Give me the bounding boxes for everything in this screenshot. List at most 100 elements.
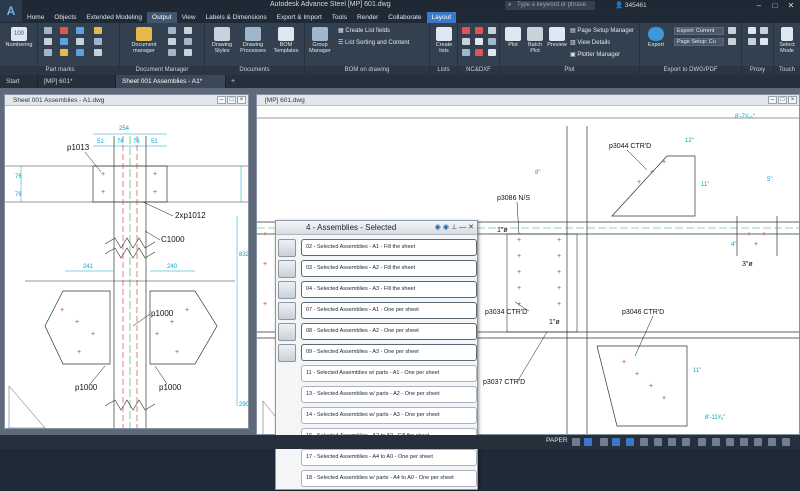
app-logo-icon[interactable]: A (0, 0, 22, 22)
doc-tool-icon[interactable] (168, 38, 176, 45)
proxy-icon[interactable] (748, 38, 756, 45)
nc-tool-icon[interactable] (462, 49, 470, 56)
view-details-button[interactable]: ▥ View Details (570, 39, 610, 46)
left-drawing-window[interactable]: Sheet 001 Assemblies - A1.dwg – □ × + + … (4, 94, 249, 429)
nc-tool-icon[interactable] (488, 27, 496, 34)
doc-tool-icon[interactable] (168, 27, 176, 34)
maximize-view-button[interactable]: □ (778, 96, 787, 104)
nc-tool-icon[interactable] (475, 38, 483, 45)
group-manager-button[interactable]: Group Manager (305, 27, 335, 54)
tab-collaborate[interactable]: Collaborate (383, 12, 426, 23)
mark-tool-icon[interactable] (94, 27, 102, 34)
quick-properties-icon[interactable] (740, 438, 748, 446)
category-icon[interactable] (278, 260, 296, 278)
create-lists-button[interactable]: Create lists (432, 27, 456, 54)
settings-icon[interactable]: ◉ (443, 223, 449, 233)
process-item[interactable]: 17 - Selected Assemblies - A4 to A0 - On… (301, 449, 477, 466)
lineweight-icon[interactable] (640, 438, 648, 446)
select-mode-button[interactable]: Select Mode (775, 27, 799, 54)
pin-icon[interactable]: ⊥ (451, 223, 457, 233)
close-view-button[interactable]: × (788, 96, 797, 104)
nc-tool-icon[interactable] (475, 49, 483, 56)
export-button[interactable]: Export (642, 27, 670, 48)
search-input[interactable]: Type a keyword or phrase (505, 1, 595, 10)
nc-tool-icon[interactable] (488, 38, 496, 45)
close-button[interactable]: ✕ (784, 0, 798, 12)
tab-tools[interactable]: Tools (327, 12, 352, 23)
doc-tool-icon[interactable] (184, 49, 192, 56)
units-icon[interactable] (726, 438, 734, 446)
tab-extended-modeling[interactable]: Extended Modeling (81, 12, 147, 23)
mark-tool-icon[interactable] (44, 27, 52, 34)
document-manager-button[interactable]: Document manager (124, 27, 164, 54)
category-icon[interactable] (278, 344, 296, 362)
export-current-dropdown[interactable]: Export: Current (674, 27, 724, 35)
export-option-icon[interactable] (728, 27, 736, 34)
help-icon[interactable]: ◉ (435, 223, 441, 233)
user-account[interactable]: 👤 345461 (615, 1, 647, 9)
numbering-button[interactable]: 100 Numbering (3, 27, 35, 48)
mark-tool-icon[interactable] (44, 38, 52, 45)
plotter-manager-button[interactable]: ▣ Plotter Manager (570, 51, 620, 58)
tab-layout[interactable]: Layout (426, 12, 457, 23)
isolate-objects-icon[interactable] (754, 438, 762, 446)
process-item[interactable]: 13 - Selected Assemblies w/ parts - A2 -… (301, 386, 477, 403)
process-item[interactable]: 08 - Selected Assemblies - A2 - One per … (301, 323, 477, 340)
proxy-icon[interactable] (760, 27, 768, 34)
doc-tool-icon[interactable] (168, 49, 176, 56)
batch-plot-button[interactable]: Batch Plot (524, 27, 546, 54)
category-icon[interactable] (278, 239, 296, 257)
mark-tool-icon[interactable] (94, 38, 102, 45)
maximize-view-button[interactable]: □ (227, 96, 236, 104)
doc-tool-icon[interactable] (184, 27, 192, 34)
workspace-gear-icon[interactable] (698, 438, 706, 446)
process-item[interactable]: 07 - Selected Assemblies - A1 - One per … (301, 302, 477, 319)
list-sorting-button[interactable]: ☰ List Sorting and Content (338, 39, 409, 46)
tab-view[interactable]: View (177, 12, 201, 23)
tab-home[interactable]: Home (22, 12, 49, 23)
ortho-icon[interactable] (600, 438, 608, 446)
polar-icon[interactable] (612, 438, 620, 446)
mark-tool-icon[interactable] (94, 49, 102, 56)
drawing-processes-button[interactable]: Drawing Processes (237, 27, 269, 54)
drawing-styles-button[interactable]: Drawing Styles (207, 27, 237, 54)
maximize-button[interactable]: □ (768, 0, 782, 12)
annotation-scale-icon[interactable] (682, 438, 690, 446)
minimize-view-button[interactable]: – (217, 96, 226, 104)
tab-objects[interactable]: Objects (49, 12, 81, 23)
selection-cycling-icon[interactable] (668, 438, 676, 446)
process-item[interactable]: 09 - Selected Assemblies - A3 - One per … (301, 344, 477, 361)
tab-export-import[interactable]: Export & Import (272, 12, 327, 23)
left-drawing-canvas[interactable]: ++ ++ +++ +++ + + 254 51 76 76 51 241 24… (5, 106, 249, 429)
nc-tool-icon[interactable] (462, 27, 470, 34)
annotation-monitor-icon[interactable] (712, 438, 720, 446)
create-list-fields-button[interactable]: ▦ Create List fields (338, 27, 390, 34)
grid-icon[interactable] (572, 438, 580, 446)
process-item[interactable]: 02 - Selected Assemblies - A1 - Fill the… (301, 239, 477, 256)
mark-tool-icon[interactable] (44, 49, 52, 56)
collapse-icon[interactable]: — (459, 223, 466, 233)
nc-tool-icon[interactable] (475, 27, 483, 34)
category-icon[interactable] (278, 323, 296, 341)
tab-output[interactable]: Output (147, 12, 177, 23)
paper-space-toggle[interactable]: PAPER (546, 437, 568, 444)
tab-labels-dimensions[interactable]: Labels & Dimensions (201, 12, 272, 23)
mark-tool-icon[interactable] (60, 27, 68, 34)
category-icon[interactable] (278, 302, 296, 320)
plot-button[interactable]: Plot (502, 27, 524, 48)
doc-tab-start[interactable]: Start (0, 75, 38, 88)
minimize-view-button[interactable]: – (768, 96, 777, 104)
mark-tool-icon[interactable] (60, 49, 68, 56)
osnap-icon[interactable] (626, 438, 634, 446)
nc-tool-icon[interactable] (462, 38, 470, 45)
category-icon[interactable] (278, 281, 296, 299)
new-tab-plus-icon[interactable]: + (226, 75, 240, 88)
process-item[interactable]: 04 - Selected Assemblies - A3 - Fill the… (301, 281, 477, 298)
proxy-icon[interactable] (760, 38, 768, 45)
bom-templates-button[interactable]: BOM Templates (269, 27, 303, 54)
customization-menu-icon[interactable] (782, 438, 790, 446)
doc-tool-icon[interactable] (184, 38, 192, 45)
export-option-icon[interactable] (728, 38, 736, 45)
page-setup-manager-button[interactable]: ▤ Page Setup Manager (570, 27, 634, 34)
process-item[interactable]: 11 - Selected Assemblies w/ parts - A1 -… (301, 365, 477, 382)
